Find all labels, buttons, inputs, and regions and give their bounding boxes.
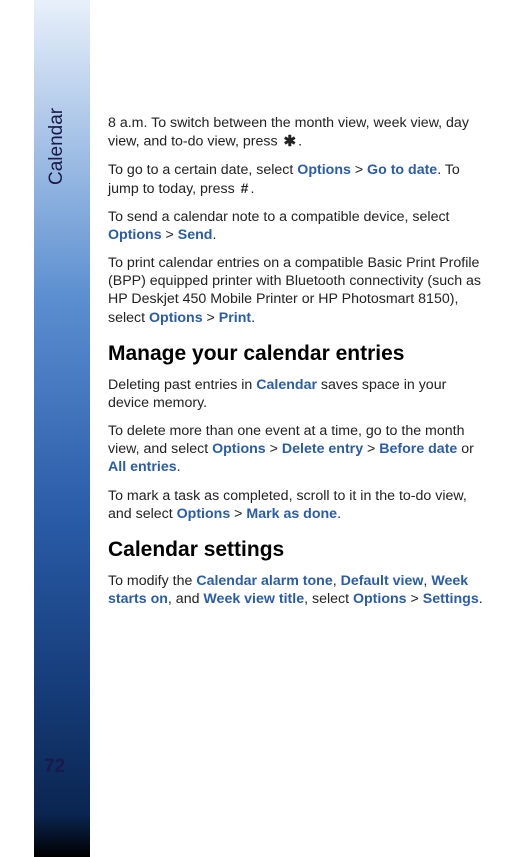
text: To modify the	[108, 573, 196, 589]
text: .	[479, 591, 483, 607]
calendar-link: Calendar	[256, 377, 317, 393]
all-entries-link: All entries	[108, 459, 177, 475]
text: >	[407, 591, 423, 607]
print-link: Print	[219, 310, 251, 326]
asterisk-key-icon: ✱	[282, 132, 299, 151]
text: , and	[168, 591, 204, 607]
heading-manage-entries: Manage your calendar entries	[108, 341, 488, 368]
para-goto-date: To go to a certain date, select Options …	[108, 161, 488, 197]
text: To go to a certain date, select	[108, 162, 297, 178]
para-settings: To modify the Calendar alarm tone, Defau…	[108, 572, 488, 608]
default-view-link: Default view	[341, 573, 424, 589]
text: ,	[333, 573, 341, 589]
options-link: Options	[177, 506, 231, 522]
text: >	[363, 441, 379, 457]
text: >	[203, 310, 219, 326]
before-date-link: Before date	[379, 441, 457, 457]
text: .	[212, 227, 216, 243]
para-mark-done: To mark a task as completed, scroll to i…	[108, 487, 488, 523]
options-link: Options	[212, 441, 266, 457]
options-link: Options	[297, 162, 351, 178]
alarm-tone-link: Calendar alarm tone	[196, 573, 332, 589]
heading-calendar-settings: Calendar settings	[108, 537, 488, 564]
options-link: Options	[149, 310, 203, 326]
text: or	[457, 441, 474, 457]
week-title-link: Week view title	[203, 591, 304, 607]
para-send-note: To send a calendar note to a compatible …	[108, 208, 488, 244]
page-content: 8 a.m. To switch between the month view,…	[108, 114, 488, 618]
mark-done-link: Mark as done	[246, 506, 337, 522]
text: >	[351, 162, 367, 178]
text: .	[250, 181, 254, 197]
text: To send a calendar note to a compatible …	[108, 209, 450, 225]
text: .	[298, 134, 302, 150]
text: Deleting past entries in	[108, 377, 256, 393]
para-view-switch: 8 a.m. To switch between the month view,…	[108, 114, 488, 151]
settings-link: Settings	[423, 591, 479, 607]
goto-date-link: Go to date	[367, 162, 437, 178]
page-number: 72	[44, 756, 65, 778]
text: .	[177, 459, 181, 475]
para-print: To print calendar entries on a compatibl…	[108, 254, 488, 327]
text: >	[162, 227, 178, 243]
sidebar-left-margin	[0, 0, 34, 857]
para-delete-past: Deleting past entries in Calendar saves …	[108, 376, 488, 412]
text: >	[230, 506, 246, 522]
text: .	[337, 506, 341, 522]
section-label: Calendar	[46, 108, 68, 185]
para-delete-multi: To delete more than one event at a time,…	[108, 422, 488, 477]
text: .	[251, 310, 255, 326]
send-link: Send	[178, 227, 213, 243]
text: >	[266, 441, 282, 457]
text: , select	[304, 591, 353, 607]
options-link: Options	[108, 227, 162, 243]
options-link: Options	[353, 591, 407, 607]
delete-entry-link: Delete entry	[282, 441, 363, 457]
hash-key-icon: #	[239, 180, 251, 198]
